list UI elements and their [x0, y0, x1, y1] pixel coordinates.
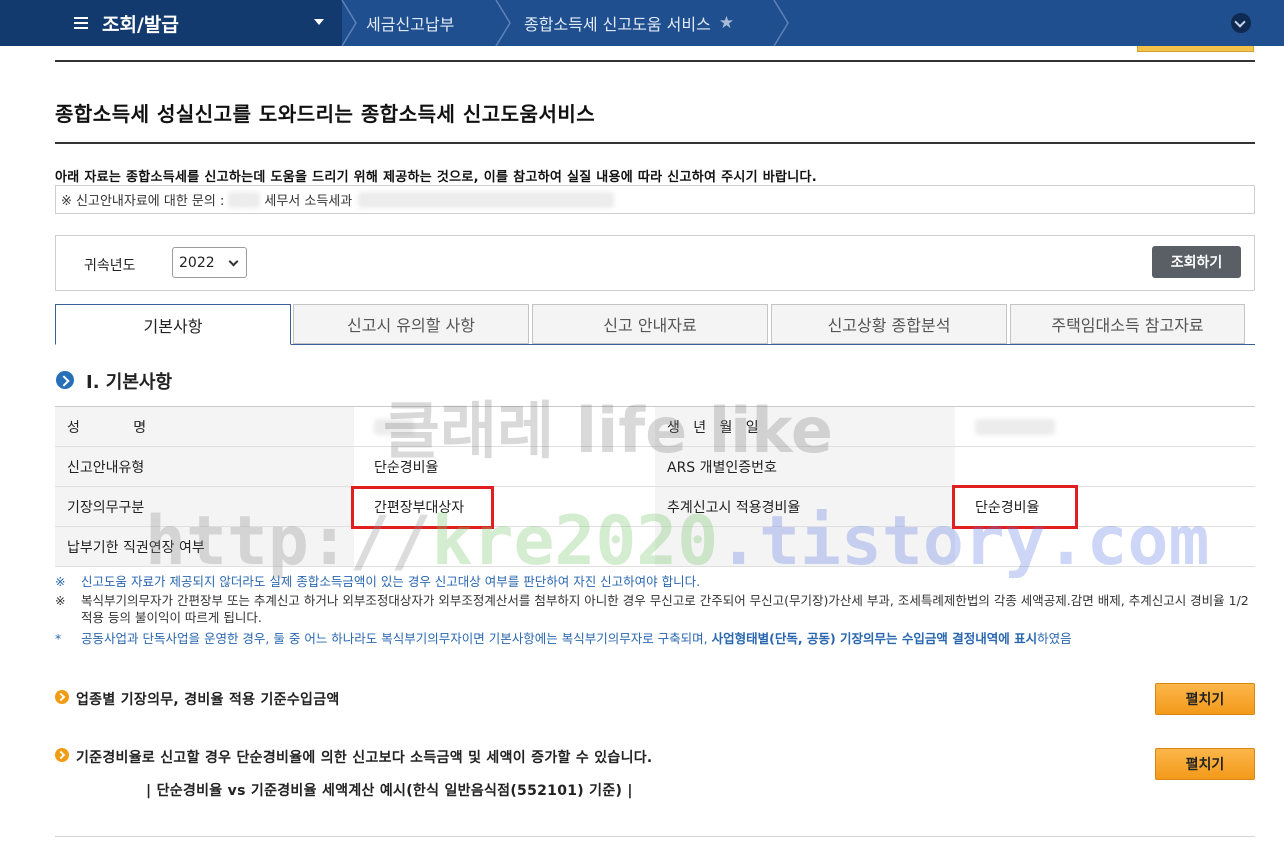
value-birthdate	[955, 406, 1255, 447]
table-row: 성 명 생 년 월 일	[55, 406, 1255, 447]
title-divider	[55, 142, 1255, 144]
arrow-circle-icon	[56, 371, 74, 389]
note-item: ※ 복식부기의무자가 간편장부 또는 추계신고 하거나 외부조정대상자가 외부조…	[55, 592, 1255, 626]
value-bookkeeping-type: 간편장부대상자	[354, 486, 655, 527]
label-deadline-extension: 납부기한 직권연장 여부	[55, 526, 354, 567]
basic-info-table: 성 명 생 년 월 일 신고안내유형 단순경비율 ARS 개별인증번호 기장의무…	[55, 406, 1255, 567]
breadcrumb-separator-icon	[773, 0, 789, 46]
hamburger-icon	[74, 17, 88, 29]
year-select[interactable]: 2022	[172, 247, 247, 278]
service-notice: 아래 자료는 종합소득세를 신고하는데 도움을 드리기 위해 제공하는 것으로,…	[55, 170, 817, 185]
note-item: * 공동사업과 단독사업을 운영한 경우, 둘 중 어느 하나라도 복식부기의무…	[55, 630, 1255, 647]
favorite-star-icon[interactable]: ★	[719, 13, 734, 33]
label-guide-type: 신고안내유형	[55, 446, 354, 487]
tab-filing-guide[interactable]: 신고 안내자료	[532, 304, 768, 344]
value-deadline-extension	[354, 526, 655, 567]
note-mark: ※	[55, 593, 66, 608]
tab-basic-info[interactable]: 기본사항	[55, 304, 291, 345]
value-empty	[955, 526, 1255, 567]
inquiry-info-box: ※ 신고안내자료에 대한 문의 : 세무서 소득세과	[55, 185, 1255, 214]
bullet-arrow-icon	[55, 690, 69, 704]
breadcrumb-separator-icon	[495, 0, 511, 46]
chevron-down-icon	[228, 256, 239, 267]
breadcrumb-current-page[interactable]: 종합소득세 신고도움 서비스 ★	[524, 0, 734, 46]
inquiry-office-department: 세무서 소득세과	[264, 194, 353, 209]
table-row: 납부기한 직권연장 여부	[55, 526, 1255, 567]
main-menu-label: 조회/발급	[102, 13, 179, 36]
expand-row-title: 업종별 기장의무, 경비율 적용 기준수입금액	[76, 692, 340, 708]
expand-row-title: 기준경비율로 신고할 경우 단순경비율에 의한 신고보다 소득금액 및 세액이 …	[76, 750, 653, 766]
main-menu-button[interactable]: 조회/발급	[0, 0, 342, 46]
breadcrumb-separator-icon	[341, 0, 357, 46]
table-row: 기장의무구분 간편장부대상자 추계신고시 적용경비율 단순경비율	[55, 486, 1255, 527]
tab-filing-cautions[interactable]: 신고시 유의할 사항	[293, 304, 529, 344]
notes-list: ※ 신고도움 자료가 제공되지 않더라도 실제 종합소득금액이 있는 경우 신고…	[55, 573, 1255, 649]
tab-bar: 기본사항 신고시 유의할 사항 신고 안내자료 신고상황 종합분석 주택임대소득…	[55, 304, 1255, 345]
label-ars-number: ARS 개별인증번호	[655, 446, 955, 487]
label-empty	[655, 526, 955, 567]
value-guide-type: 단순경비율	[354, 446, 655, 487]
redacted-name	[374, 418, 414, 435]
tab-housing-rental[interactable]: 주택임대소득 참고자료	[1010, 304, 1245, 344]
value-ars-number	[955, 446, 1255, 487]
breadcrumb-current-label: 종합소득세 신고도움 서비스	[524, 15, 711, 34]
bottom-divider	[55, 836, 1255, 837]
note-mark: ※	[55, 574, 66, 589]
redacted-office-name	[228, 191, 261, 208]
year-select-value: 2022	[179, 254, 215, 271]
search-panel: 귀속년도 2022 조회하기	[55, 235, 1255, 291]
note-text: 신고도움 자료가 제공되지 않더라도 실제 종합소득금액이 있는 경우 신고대상…	[81, 574, 701, 589]
note-mark: *	[55, 631, 62, 646]
expand-button[interactable]: 펼치기	[1155, 683, 1255, 715]
expand-button[interactable]: 펼치기	[1155, 748, 1255, 780]
tab-filing-analysis[interactable]: 신고상황 종합분석	[771, 304, 1007, 344]
search-button[interactable]: 조회하기	[1152, 246, 1241, 278]
chevron-down-circle-icon[interactable]	[1231, 13, 1251, 33]
top-navigation-bar: 조회/발급 세금신고납부 종합소득세 신고도움 서비스 ★	[0, 0, 1284, 46]
label-estimated-expense-rate: 추계신고시 적용경비율	[655, 486, 955, 527]
label-bookkeeping-type: 기장의무구분	[55, 486, 354, 527]
value-name	[354, 406, 655, 447]
year-label: 귀속년도	[84, 258, 136, 274]
top-utility-tab[interactable]	[1137, 46, 1254, 52]
label-name: 성 명	[55, 406, 354, 447]
top-divider	[55, 60, 1255, 62]
value-estimated-expense-rate: 단순경비율	[955, 486, 1255, 527]
caret-down-icon	[314, 19, 324, 25]
example-title: | 단순경비율 vs 기준경비율 세액계산 예시(한식 일반음식점(552101…	[146, 783, 633, 799]
redacted-birthdate	[975, 418, 1055, 435]
bullet-arrow-icon	[55, 748, 69, 762]
note-text: 공동사업과 단독사업을 운영한 경우, 둘 중 어느 하나라도 복식부기의무자이…	[81, 631, 712, 646]
redacted-contact	[358, 191, 615, 208]
note-emphasis: 사업형태별(단독, 공동) 기장의무는 수입금액 결정내역에 표시	[711, 631, 1038, 646]
breadcrumb-tax-filing[interactable]: 세금신고납부	[366, 0, 454, 46]
page-title: 종합소득세 성실신고를 도와드리는 종합소득세 신고도움서비스	[55, 102, 596, 126]
note-text-end: 하였음	[1037, 631, 1072, 646]
note-item: ※ 신고도움 자료가 제공되지 않더라도 실제 종합소득금액이 있는 경우 신고…	[55, 573, 1255, 590]
table-row: 신고안내유형 단순경비율 ARS 개별인증번호	[55, 446, 1255, 487]
label-birthdate: 생 년 월 일	[655, 406, 955, 447]
section-title: Ⅰ. 기본사항	[86, 372, 173, 393]
inquiry-prefix: ※ 신고안내자료에 대한 문의 :	[61, 194, 225, 209]
note-text: 복식부기의무자가 간편장부 또는 추계신고 하거나 외부조정대상자가 외부조정계…	[81, 593, 1249, 625]
